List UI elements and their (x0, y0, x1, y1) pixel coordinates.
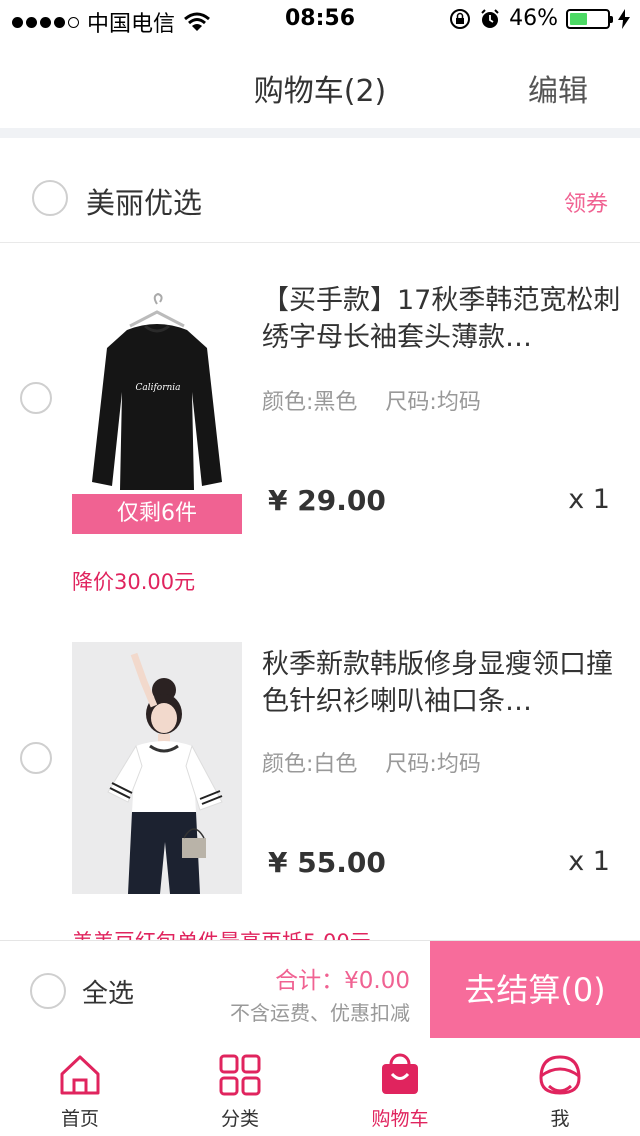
model-photo-image (72, 642, 242, 894)
cart-item: California 仅剩6件 【买手款】17秋季韩范宽松刺绣字母长袖套头薄款…… (0, 242, 640, 622)
stock-badge: 仅剩6件 (72, 494, 242, 534)
item-select-checkbox[interactable] (20, 742, 52, 774)
coupon-button[interactable]: 领券 (564, 186, 608, 218)
select-all-label[interactable]: 全选 (82, 973, 134, 1010)
product-quantity[interactable]: x 1 (568, 484, 610, 515)
tab-category[interactable]: 分类 (160, 1038, 320, 1136)
total-price: 合计：¥0.00 (275, 968, 410, 994)
battery-percent: 46% (509, 6, 558, 31)
svg-text:California: California (135, 383, 180, 393)
checkout-button[interactable]: 去结算(0) (430, 941, 640, 1039)
product-size: 尺码:均码 (385, 752, 481, 777)
price-drop-note: 降价30.00元 (72, 570, 196, 594)
home-icon (60, 1055, 100, 1095)
shop-header: 美丽优选 领券 (0, 138, 640, 243)
product-name[interactable]: 秋季新款韩版修身显瘦领口撞色针织衫喇叭袖口条… (262, 646, 622, 720)
divider (0, 128, 640, 138)
product-image[interactable] (72, 642, 242, 894)
coupon-note: 美美豆红包单件最高再抵5.00元 (72, 926, 371, 940)
edit-button[interactable]: 编辑 (528, 66, 588, 110)
grid-icon (219, 1054, 261, 1096)
status-bar: 中国电信 08:56 46% (0, 0, 640, 40)
tab-me-label: 我 (550, 1108, 570, 1130)
tab-bar: 首页 分类 购物车 我 (0, 1038, 640, 1136)
tab-home-label: 首页 (60, 1108, 99, 1130)
item-select-checkbox[interactable] (20, 382, 52, 414)
product-name[interactable]: 【买手款】17秋季韩范宽松刺绣字母长袖套头薄款… (262, 282, 622, 356)
rotation-lock-icon (450, 8, 471, 29)
product-quantity[interactable]: x 1 (568, 846, 610, 877)
profile-icon (539, 1055, 581, 1095)
tab-cart-label: 购物车 (371, 1108, 429, 1130)
shop-select-checkbox[interactable] (32, 180, 68, 216)
tab-category-label: 分类 (220, 1108, 259, 1130)
product-size: 尺码:均码 (385, 390, 481, 415)
cart-item: 秋季新款韩版修身显瘦领口撞色针织衫喇叭袖口条… 颜色:白色 尺码:均码 ¥ 55… (0, 622, 640, 940)
charging-bolt-icon (618, 8, 630, 29)
nav-bar: 购物车(2) 编辑 (0, 40, 640, 128)
product-price: ¥ 55.00 (268, 846, 386, 879)
total-note: 不含运费、优惠扣减 (230, 1001, 410, 1025)
product-color: 颜色:白色 (262, 752, 358, 777)
tab-cart[interactable]: 购物车 (320, 1038, 480, 1136)
alarm-icon (481, 8, 499, 28)
product-spec: 颜色:黑色 尺码:均码 (262, 384, 481, 416)
status-right: 46% (449, 6, 630, 31)
battery-icon (566, 8, 613, 29)
product-price: ¥ 29.00 (268, 484, 386, 517)
shop-name[interactable]: 美丽优选 (86, 180, 202, 222)
tab-me[interactable]: 我 (480, 1038, 640, 1136)
product-spec: 颜色:白色 尺码:均码 (262, 746, 481, 778)
select-all-checkbox[interactable] (30, 973, 66, 1009)
checkout-bar: 全选 合计：¥0.00 不含运费、优惠扣减 去结算(0) (0, 940, 640, 1040)
tab-home[interactable]: 首页 (0, 1038, 160, 1136)
shopping-bag-icon (382, 1053, 418, 1094)
product-color: 颜色:黑色 (262, 390, 358, 415)
